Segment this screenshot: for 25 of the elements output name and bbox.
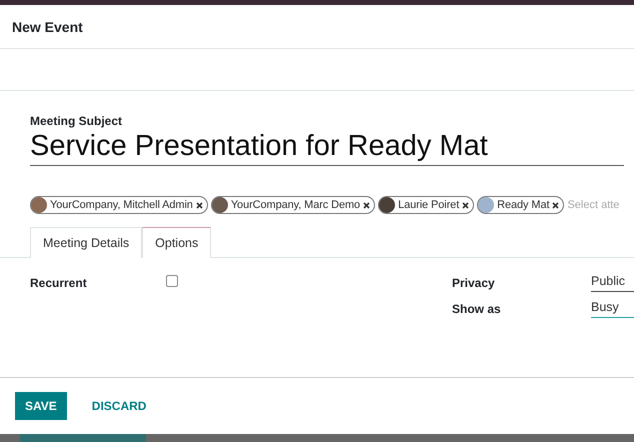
remove-icon[interactable] <box>196 202 203 208</box>
tab[interactable]: Meeting Details <box>30 227 142 258</box>
attendee-name: YourCompany, Mitchell Admin <box>50 199 193 211</box>
dialog-title: New Event <box>12 18 83 34</box>
remove-icon[interactable] <box>552 202 560 208</box>
tab[interactable]: Options <box>142 227 212 258</box>
select-field[interactable]: Public <box>591 274 634 292</box>
remove-icon[interactable] <box>462 202 470 208</box>
attendee-name: Laurie Poiret <box>398 199 460 211</box>
field-label: Recurrent <box>30 276 88 290</box>
save-button[interactable]: SAVE <box>15 392 67 420</box>
select-field[interactable]: Busy <box>591 300 634 318</box>
attendee-name: YourCompany, Marc Demo <box>230 199 360 211</box>
attendee-name: Ready Mat <box>497 199 550 211</box>
checkbox[interactable] <box>166 275 178 287</box>
avatar-icon <box>379 197 396 213</box>
remove-icon[interactable] <box>363 202 370 208</box>
field-label: Show as <box>452 302 502 316</box>
subject-field[interactable]: Service Presentation for Ready Mat <box>30 130 624 166</box>
field-label: Privacy <box>452 276 496 290</box>
field-label: Meeting Subject <box>30 114 124 128</box>
discard-button[interactable]: DISCARD <box>82 392 156 420</box>
avatar-icon <box>478 197 494 213</box>
avatar-icon <box>212 197 228 213</box>
avatar-icon <box>31 197 47 213</box>
